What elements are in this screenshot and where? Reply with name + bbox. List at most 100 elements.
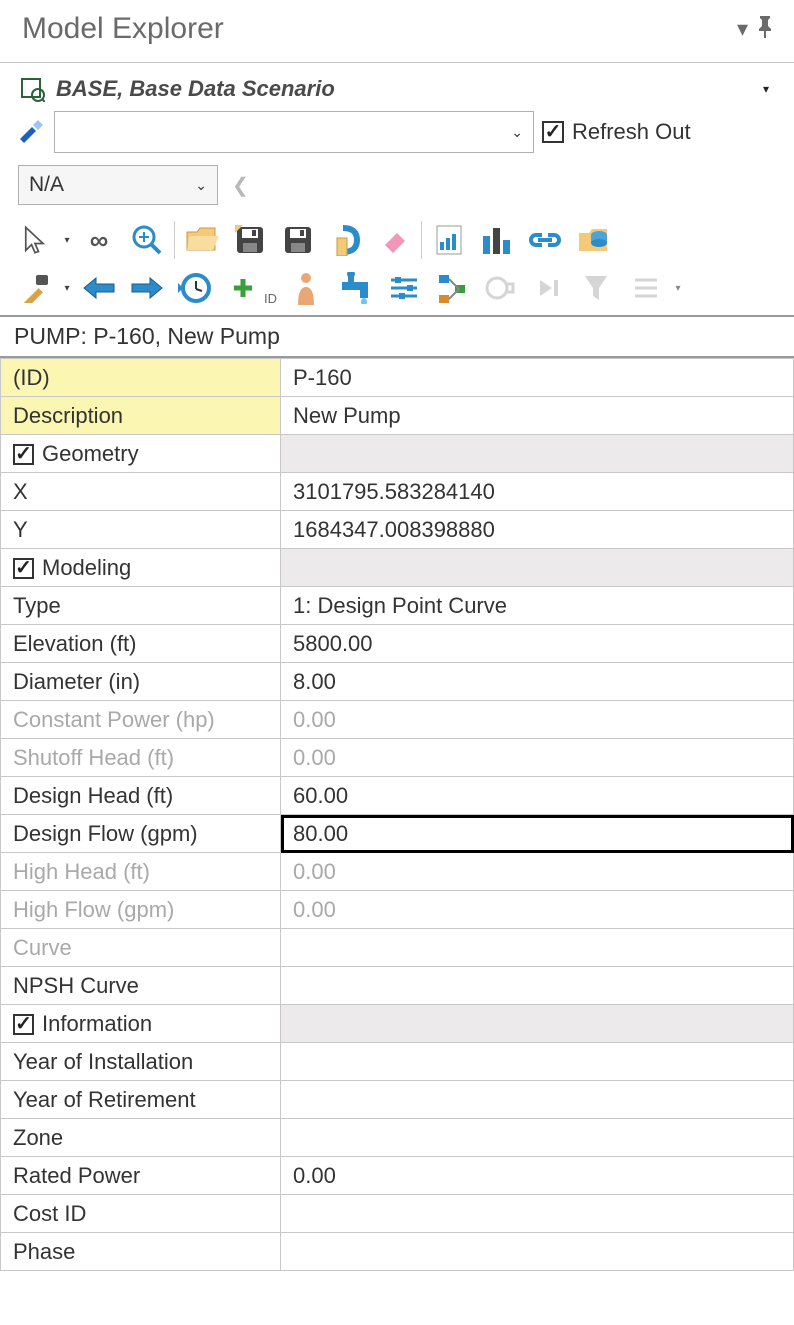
list-dropdown[interactable]: ▾ <box>671 265 685 311</box>
refresh-checkbox[interactable] <box>542 121 564 143</box>
add-id-icon[interactable] <box>220 265 266 311</box>
undo-icon[interactable] <box>323 217 369 263</box>
cursor-icon[interactable] <box>12 217 58 263</box>
section-checkbox[interactable] <box>13 558 34 579</box>
next-icon[interactable] <box>525 265 571 311</box>
value-constant-power: 0.00 <box>281 701 794 739</box>
label-phase: Phase <box>1 1233 281 1271</box>
sliders-icon[interactable] <box>381 265 427 311</box>
value-y[interactable]: 1684347.008398880 <box>281 511 794 549</box>
filter-icon[interactable] <box>573 265 619 311</box>
row-high-head: High Head (ft) 0.00 <box>1 853 794 891</box>
section-geometry: Geometry <box>1 435 794 473</box>
label-rated-power: Rated Power <box>1 1157 281 1195</box>
value-curve <box>281 929 794 967</box>
value-year-install[interactable] <box>281 1043 794 1081</box>
value-zone[interactable] <box>281 1119 794 1157</box>
label-curve: Curve <box>1 929 281 967</box>
value-high-flow: 0.00 <box>281 891 794 929</box>
data-folder-icon[interactable] <box>570 217 616 263</box>
value-id[interactable]: P-160 <box>281 359 794 397</box>
label-constant-power: Constant Power (hp) <box>1 701 281 739</box>
arrow-left-icon[interactable] <box>76 265 122 311</box>
section-label: Modeling <box>42 555 131 581</box>
faucet-icon[interactable] <box>333 265 379 311</box>
row-cost-id: Cost ID <box>1 1195 794 1233</box>
cursor-dropdown[interactable]: ▾ <box>60 217 74 263</box>
value-npsh-curve[interactable] <box>281 967 794 1005</box>
row-x: X 3101795.583284140 <box>1 473 794 511</box>
value-elevation[interactable]: 5800.00 <box>281 625 794 663</box>
separator <box>421 221 422 259</box>
chevron-left-icon[interactable]: ❮ <box>232 173 249 198</box>
list-icon[interactable] <box>623 265 669 311</box>
section-label: Information <box>42 1011 152 1037</box>
section-checkbox[interactable] <box>13 444 34 465</box>
flowchart-icon[interactable] <box>429 265 475 311</box>
value-type[interactable]: 1: Design Point Curve <box>281 587 794 625</box>
person-icon[interactable] <box>283 265 329 311</box>
value-year-retire[interactable] <box>281 1081 794 1119</box>
property-grid: (ID) P-160 Description New Pump Geometry… <box>0 358 794 1271</box>
link-icon[interactable] <box>522 217 568 263</box>
label-cost-id: Cost ID <box>1 1195 281 1233</box>
label-elevation: Elevation (ft) <box>1 625 281 663</box>
arrow-right-icon[interactable] <box>124 265 170 311</box>
section-checkbox[interactable] <box>13 1014 34 1035</box>
value-rated-power[interactable]: 0.00 <box>281 1157 794 1195</box>
scenario-icon <box>18 75 46 103</box>
scenario-dropdown-btn[interactable]: ▾ <box>754 82 778 96</box>
row-shutoff-head: Shutoff Head (ft) 0.00 <box>1 739 794 777</box>
save-as-icon[interactable] <box>275 217 321 263</box>
report-icon[interactable] <box>426 217 472 263</box>
refresh-label: Refresh Out <box>572 119 691 145</box>
label-diameter: Diameter (in) <box>1 663 281 701</box>
value-phase[interactable] <box>281 1233 794 1271</box>
na-combo[interactable]: N/A ⌄ <box>18 165 218 205</box>
row-id: (ID) P-160 <box>1 359 794 397</box>
open-folder-icon[interactable] <box>179 217 225 263</box>
pump-icon[interactable] <box>477 265 523 311</box>
na-combo-value: N/A <box>29 173 64 197</box>
value-design-head[interactable]: 60.00 <box>281 777 794 815</box>
value-design-flow[interactable]: 80.00 <box>281 815 794 853</box>
label-design-flow: Design Flow (gpm) <box>1 815 281 853</box>
eraser-icon[interactable] <box>371 217 417 263</box>
panel-title-bar: Model Explorer ▾ <box>0 0 794 54</box>
value-cost-id[interactable] <box>281 1195 794 1233</box>
history-icon[interactable] <box>172 265 218 311</box>
value-x[interactable]: 3101795.583284140 <box>281 473 794 511</box>
label-high-flow: High Flow (gpm) <box>1 891 281 929</box>
dropdown-caret-icon[interactable]: ▾ <box>737 16 748 42</box>
row-year-retire: Year of Retirement <box>1 1081 794 1119</box>
row-zone: Zone <box>1 1119 794 1157</box>
zoom-extents-icon[interactable] <box>124 217 170 263</box>
infinity-icon[interactable]: ∞ <box>76 217 122 263</box>
scenario-label[interactable]: BASE, Base Data Scenario <box>56 76 744 102</box>
label-year-install: Year of Installation <box>1 1043 281 1081</box>
hammer-dropdown[interactable]: ▾ <box>60 265 74 311</box>
value-high-head: 0.00 <box>281 853 794 891</box>
hammer-icon[interactable] <box>12 265 58 311</box>
row-constant-power: Constant Power (hp) 0.00 <box>1 701 794 739</box>
value-description[interactable]: New Pump <box>281 397 794 435</box>
chevron-down-icon: ⌄ <box>195 177 207 194</box>
pin-icon[interactable] <box>756 16 774 42</box>
section-information: Information <box>1 1005 794 1043</box>
row-elevation: Elevation (ft) 5800.00 <box>1 625 794 663</box>
save-icon[interactable] <box>227 217 273 263</box>
toolbar-row-2: ▾ ID ▾ <box>0 265 794 315</box>
row-diameter: Diameter (in) 8.00 <box>1 663 794 701</box>
label-design-head: Design Head (ft) <box>1 777 281 815</box>
value-diameter[interactable]: 8.00 <box>281 663 794 701</box>
label-high-head: High Head (ft) <box>1 853 281 891</box>
secondary-combo[interactable]: ⌄ <box>54 111 534 153</box>
divider <box>0 62 794 63</box>
label-npsh-curve: NPSH Curve <box>1 967 281 1005</box>
tool-icon[interactable] <box>18 119 46 145</box>
chart-icon[interactable] <box>474 217 520 263</box>
row-y: Y 1684347.008398880 <box>1 511 794 549</box>
element-header: PUMP: P-160, New Pump <box>0 315 794 358</box>
row-npsh-curve: NPSH Curve <box>1 967 794 1005</box>
label-zone: Zone <box>1 1119 281 1157</box>
